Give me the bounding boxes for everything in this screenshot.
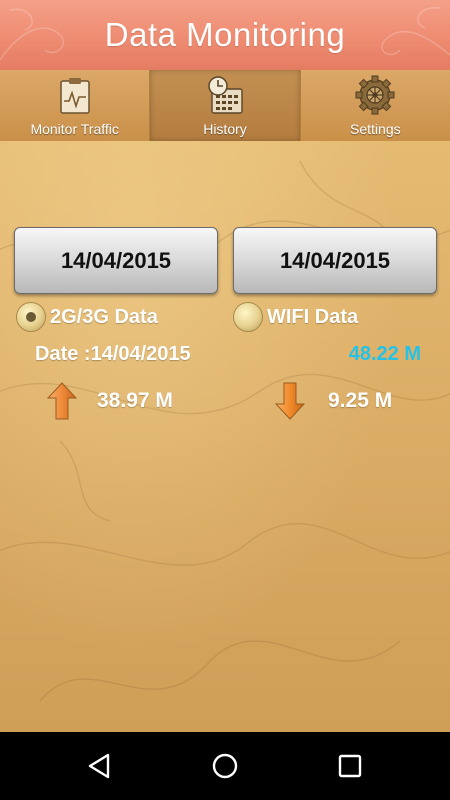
gear-icon [355,75,395,115]
clock-calendar-icon [208,76,243,114]
tab-label: Monitor Traffic [30,121,119,137]
clipboard-chart-icon [59,78,90,114]
upload-arrow-icon [47,382,77,420]
home-icon[interactable] [209,750,241,782]
download-amount: 9.25 M [328,389,393,412]
radio-label-mobile: 2G/3G Data [50,305,158,328]
upload-amount: 38.97 M [97,389,173,412]
tab-bar: Monitor Traffic History Settings [0,70,450,143]
back-icon[interactable] [84,750,116,782]
tab-settings[interactable]: Settings [301,70,450,141]
system-navigation-bar [0,732,450,800]
download-arrow-icon [275,382,305,420]
radio-selected-indicator[interactable] [16,302,46,332]
page-title: Data Monitoring [104,16,346,53]
history-panel: 14/04/2015 14/04/2015 2G/3G Data WIFI Da… [0,141,450,732]
radio-label-wifi: WIFI Data [267,305,359,328]
summary-date: Date :14/04/2015 [35,343,191,365]
radio-unselected-indicator[interactable] [233,302,263,332]
total-usage: 48.22 M [348,343,421,365]
end-date-button[interactable]: 14/04/2015 [233,227,437,294]
tab-monitor-traffic[interactable]: Monitor Traffic [0,70,151,141]
recents-icon[interactable] [334,750,366,782]
tab-label: History [203,121,247,137]
tab-label: Settings [350,121,401,137]
radio-mobile-data[interactable]: 2G/3G Data [16,302,158,332]
app-header: Data Monitoring [0,0,450,71]
radio-wifi-data[interactable]: WIFI Data [233,302,358,332]
start-date-button[interactable]: 14/04/2015 [14,227,218,294]
tab-history[interactable]: History [150,70,301,141]
